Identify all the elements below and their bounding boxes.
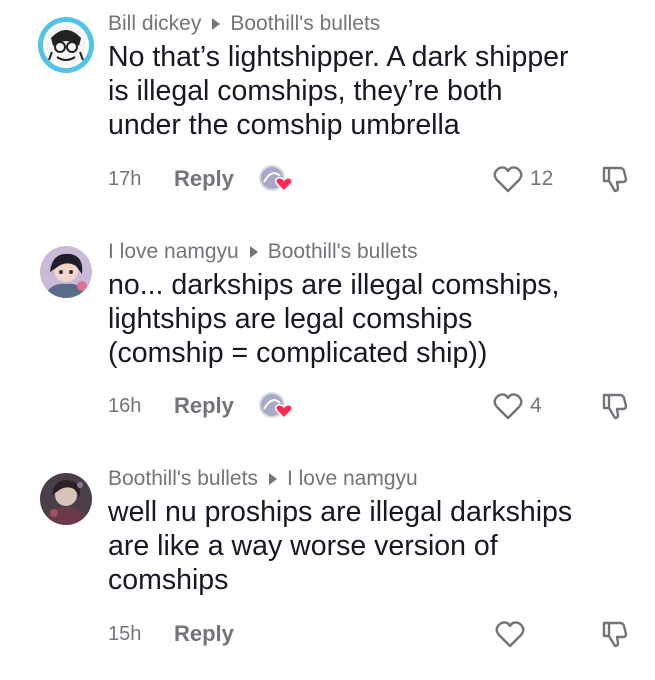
comment-line: comships [108,564,229,596]
author-name[interactable]: I love namgyu [108,240,239,264]
comment-meta: I love namgyu Boothill's bullets [108,240,418,264]
reply-button[interactable]: Reply [174,621,234,647]
avatar[interactable] [40,473,92,525]
like-count: 12 [530,167,554,190]
comment-line: no... darkships are illegal comships, [108,269,560,301]
heart-outline-icon [494,619,526,649]
heart-outline-icon [492,391,524,421]
timestamp: 16h [108,395,142,417]
avatar[interactable] [37,16,95,74]
like-button[interactable] [494,619,526,649]
comment-actions: 17h Reply 12 [108,164,638,196]
thumbs-down-outline-icon[interactable] [600,391,630,421]
comment-line: is illegal comships, they’re both [108,75,503,107]
author-name[interactable]: Boothill's bullets [108,467,258,491]
reply-button[interactable]: Reply [174,393,234,419]
creator-liked-heart-icon [258,164,294,194]
comment-meta: Boothill's bullets I love namgyu [108,467,418,491]
comment-line: are like a way worse version of [108,530,498,562]
comment-text: No that’s lightshipper. A dark shipper i… [108,40,638,142]
timestamp: 17h [108,168,142,190]
comment-actions: 15h Reply [108,619,638,651]
comment-meta: Bill dickey Boothill's bullets [108,12,380,36]
thumbs-down-outline-icon[interactable] [600,619,630,649]
avatar-image [40,473,92,525]
timestamp: 15h [108,623,142,645]
comment-line: No that’s lightshipper. A dark shipper [108,41,569,73]
comment-line: under the comship umbrella [108,109,460,141]
comment-line: well nu proships are illegal darkships [108,496,573,528]
avatar[interactable] [40,246,92,298]
avatar-image [38,17,94,73]
reply-to-name[interactable]: Boothill's bullets [230,12,380,36]
like-button[interactable]: 4 [492,391,542,421]
reply-to-name[interactable]: Boothill's bullets [268,240,418,264]
heart-outline-icon [492,164,524,194]
like-button[interactable]: 12 [492,164,553,194]
comment-actions: 16h Reply 4 [108,391,638,423]
comment-text: well nu proships are illegal darkships a… [108,495,638,597]
reply-arrow-icon [268,473,277,485]
avatar-image [40,246,92,298]
like-count: 4 [530,394,542,417]
comment-line: lightships are legal comships [108,303,473,335]
reply-arrow-icon [249,246,258,258]
comment-text: no... darkships are illegal comships, li… [108,268,638,370]
reply-button[interactable]: Reply [174,166,234,192]
comment-line: (comship = complicated ship)) [108,337,488,369]
author-name[interactable]: Bill dickey [108,12,201,36]
thumbs-down-outline-icon[interactable] [600,164,630,194]
reply-arrow-icon [212,18,221,30]
reply-to-name[interactable]: I love namgyu [287,467,418,491]
creator-liked-heart-icon [258,391,294,421]
